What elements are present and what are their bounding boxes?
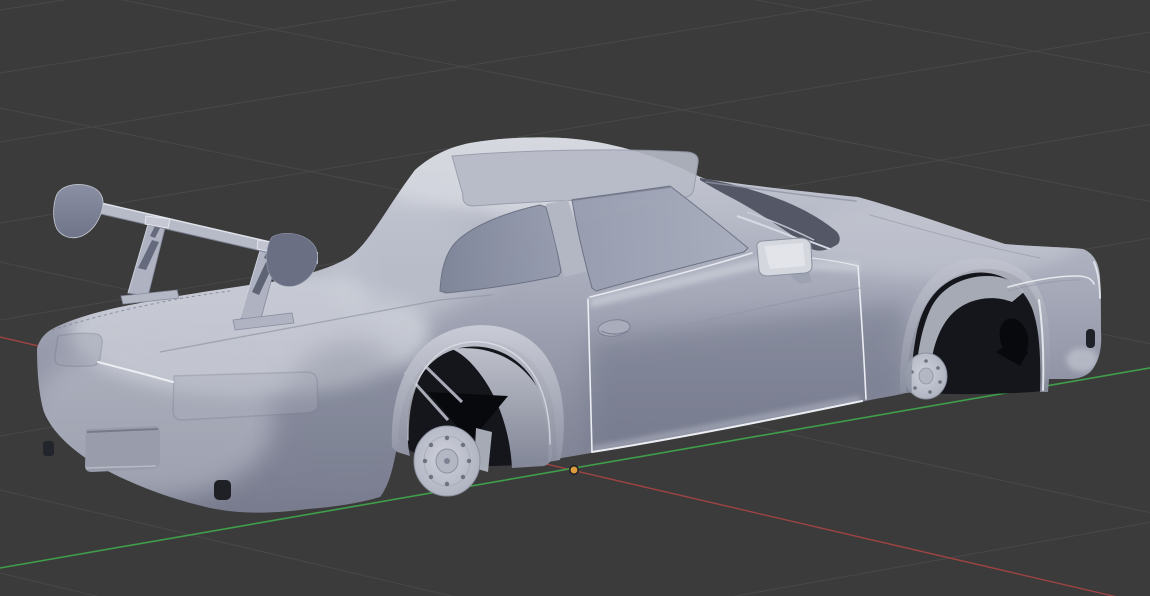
wing-endplate-left	[53, 184, 104, 239]
grid-line	[0, 0, 460, 74]
grid-line	[0, 0, 875, 143]
bumper-side-slot	[1086, 329, 1095, 348]
exhaust-cutout	[214, 480, 231, 500]
bumper-notch-left	[43, 441, 54, 456]
taillight-right	[172, 371, 319, 421]
grid-line	[733, 521, 1150, 596]
license-plate-recess	[85, 426, 160, 472]
grid-line	[0, 572, 98, 596]
taillight-left	[54, 332, 103, 368]
origin-marker[interactable]	[569, 465, 579, 475]
grid-line	[754, 0, 1150, 74]
grid-line	[0, 489, 454, 596]
car-model[interactable]	[25, 124, 1102, 513]
viewport-3d[interactable]	[0, 0, 1150, 596]
rear-brake-disc	[413, 425, 481, 497]
grid-line	[0, 0, 68, 11]
viewport-canvas	[0, 0, 1150, 596]
